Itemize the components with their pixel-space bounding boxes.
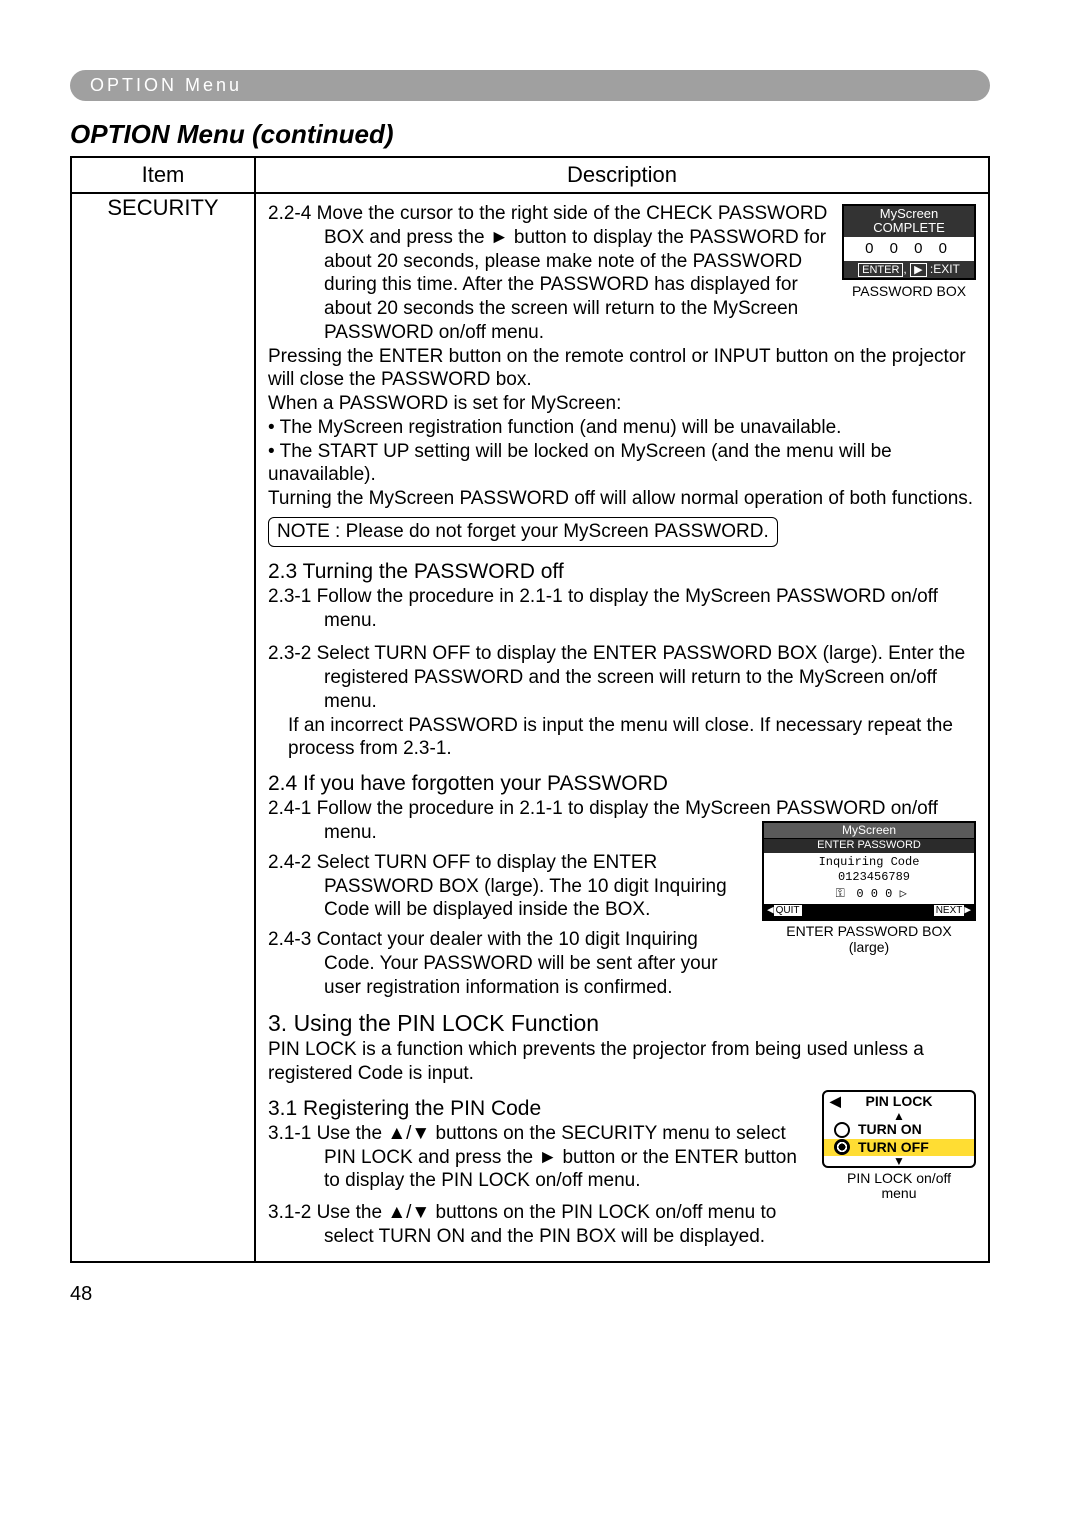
pinmenu-caption2: menu — [822, 1186, 976, 1201]
para-2-3-1: 2.3-1 Follow the procedure in 2.1-1 to d… — [268, 585, 976, 633]
para-3: PIN LOCK is a function which prevents th… — [268, 1038, 976, 1086]
page-number: 48 — [70, 1283, 1010, 1306]
pwsmall-exit: :EXIT — [930, 262, 960, 276]
pwlarge-next: NEXT — [934, 905, 965, 916]
pwlarge-digits: 0 0 0 — [856, 887, 892, 901]
radio-selected-icon — [834, 1139, 850, 1155]
para-pressing-enter: Pressing the ENTER button on the remote … — [268, 345, 976, 393]
note-box: NOTE : Please do not forget your MyScree… — [268, 517, 778, 547]
pin-lock-menu-figure: ◀ PIN LOCK ▲ TURN ON TURN OFF ▼ — [822, 1090, 976, 1202]
para-2-3-2b: If an incorrect PASSWORD is input the me… — [268, 714, 976, 762]
section-header-pill: OPTION Menu — [70, 70, 990, 101]
para-when-set: When a PASSWORD is set for MyScreen: — [268, 392, 976, 416]
enter-key-icon: ENTER — [858, 263, 903, 277]
pwsmall-digits: 0 0 0 0 — [844, 237, 974, 262]
pwsmall-line1: MyScreen — [844, 207, 974, 221]
option-table: Item Description SECURITY MyScreen COMPL… — [70, 156, 990, 1263]
pwlarge-caption1: ENTER PASSWORD BOX — [762, 924, 976, 939]
page-title: OPTION Menu (continued) — [70, 119, 1010, 150]
left-arrow-icon: ◀ — [830, 1093, 841, 1111]
item-security-label: SECURITY — [71, 193, 255, 1262]
pwlarge-caption2: (large) — [762, 940, 976, 955]
pinmenu-title: PIN LOCK — [866, 1093, 933, 1109]
para-turning-off: Turning the MyScreen PASSWORD off will a… — [268, 487, 976, 511]
bullet-1: • The MyScreen registration function (an… — [268, 416, 976, 440]
play-key-icon: ▶ — [910, 263, 926, 277]
col-header-item: Item — [71, 157, 255, 193]
col-header-description: Description — [255, 157, 989, 193]
pwlarge-inq-label: Inquiring Code — [770, 855, 968, 870]
key-icon: ⚿ — [831, 887, 849, 902]
bullet-2: • The START UP setting will be locked on… — [268, 440, 976, 488]
heading-2-3: 2.3 Turning the PASSWORD off — [268, 559, 976, 585]
para-2-3-2: 2.3-2 Select TURN OFF to display the ENT… — [268, 642, 976, 713]
enter-password-box-large-figure: MyScreen ENTER PASSWORD Inquiring Code 0… — [762, 821, 976, 955]
pwsmall-caption: PASSWORD BOX — [842, 283, 976, 301]
password-box-small-figure: MyScreen COMPLETE 0 0 0 0 ENTER, ▶ :EXIT… — [842, 204, 976, 301]
pwsmall-line2: COMPLETE — [844, 221, 974, 235]
pwlarge-inq-code: 0123456789 — [780, 870, 968, 885]
pinmenu-turn-on: TURN ON — [858, 1121, 922, 1139]
pwlarge-hdr2: ENTER PASSWORD — [764, 838, 974, 853]
heading-2-4: 2.4 If you have forgotten your PASSWORD — [268, 771, 976, 797]
down-arrow-icon: ▼ — [824, 1156, 974, 1166]
heading-3: 3. Using the PIN LOCK Function — [268, 1009, 976, 1038]
pinmenu-caption1: PIN LOCK on/off — [822, 1171, 976, 1186]
description-cell: MyScreen COMPLETE 0 0 0 0 ENTER, ▶ :EXIT… — [255, 193, 989, 1262]
pwlarge-quit: QUIT — [774, 905, 802, 916]
radio-empty-icon — [834, 1122, 850, 1138]
pwlarge-hdr1: MyScreen — [764, 823, 974, 838]
para-3-1-2: 3.1-2 Use the ▲/▼ buttons on the PIN LOC… — [268, 1201, 976, 1249]
up-arrow-icon: ▲ — [824, 1111, 974, 1121]
